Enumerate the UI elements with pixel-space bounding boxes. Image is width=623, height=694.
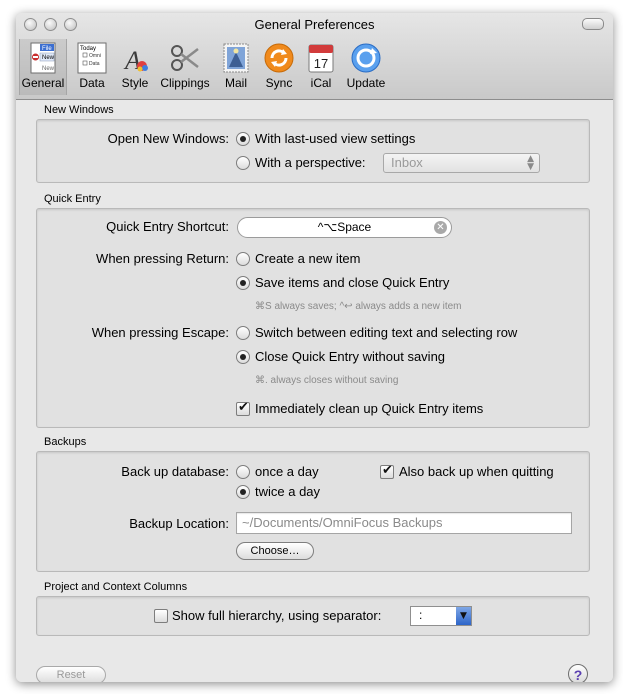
svg-text:17: 17 — [314, 56, 328, 71]
toolbar-label-sync: Sync — [265, 76, 293, 90]
backup-on-quit-checkbox[interactable] — [380, 463, 394, 479]
toolbar-item-update[interactable]: Update — [343, 39, 389, 95]
svg-text:New: New — [42, 55, 55, 61]
return-save-close-radio[interactable] — [236, 276, 250, 290]
software-update-icon — [351, 43, 381, 73]
quick-entry-shortcut-label: Quick Entry Shortcut: — [106, 219, 229, 234]
scissors-icon — [171, 45, 199, 71]
toolbar-label-clippings: Clippings — [160, 76, 210, 90]
return-create-item-radio[interactable] — [236, 252, 250, 266]
svg-text:Omni: Omni — [89, 53, 101, 59]
preferences-window: General Preferences File New New General… — [16, 13, 613, 682]
title-bar: General Preferences File New New General… — [16, 13, 613, 100]
cleanup-quick-entry-label: Immediately clean up Quick Entry items — [255, 401, 484, 416]
backup-location-field[interactable]: ~/Documents/OmniFocus Backups — [236, 512, 572, 534]
columns-group: Show full hierarchy, using separator: : … — [36, 596, 590, 636]
back-up-database-label: Back up database: — [121, 464, 229, 479]
svg-text:File: File — [42, 46, 52, 52]
toolbar-item-clippings[interactable]: Clippings — [156, 39, 214, 95]
toolbar-item-sync[interactable]: Sync — [261, 39, 297, 95]
escape-key-label: When pressing Escape: — [91, 325, 229, 340]
escape-close-option-label: Close Quick Entry without saving — [255, 349, 446, 364]
perspective-option-label: With a perspective: — [255, 155, 366, 170]
backup-on-quit-label: Also back up when quitting — [399, 464, 554, 479]
toolbar-label-update: Update — [346, 76, 386, 90]
escape-switch-option-label: Switch between editing text and selectin… — [255, 325, 518, 340]
popup-arrows-icon: ▲ ▼ — [527, 154, 534, 172]
svg-text:New: New — [42, 66, 55, 72]
backup-twice-option-label: twice a day — [255, 484, 321, 499]
choose-location-button[interactable]: Choose… — [236, 542, 314, 560]
new-windows-group: Open New Windows: With last-used view se… — [36, 119, 590, 183]
last-used-view-radio[interactable] — [236, 132, 250, 146]
data-outline-icon: Today Omni Data — [77, 42, 107, 74]
window-title: General Preferences — [254, 17, 375, 32]
toolbar-toggle-button[interactable] — [582, 18, 604, 30]
separator-popup[interactable]: : ▼ — [410, 606, 472, 626]
perspective-radio[interactable] — [236, 156, 250, 170]
open-new-windows-label: Open New Windows: — [107, 131, 229, 146]
clear-shortcut-icon[interactable]: ✕ — [434, 221, 447, 234]
quick-entry-shortcut-field[interactable]: ^⌥Space ✕ — [237, 217, 452, 238]
backup-once-radio[interactable] — [236, 465, 250, 479]
return-hint-text: ⌘S always saves; ^↩ always adds a new it… — [255, 301, 462, 312]
toolbar-item-mail[interactable]: Mail — [219, 39, 253, 95]
svg-text:Data: Data — [89, 61, 100, 67]
return-create-item-option-label: Create a new item — [255, 251, 361, 266]
chevron-down-icon: ▼ — [456, 607, 471, 625]
general-prefs-icon: File New New — [30, 42, 56, 74]
perspective-popup[interactable]: Inbox ▲ ▼ — [383, 153, 540, 173]
svg-text:Today: Today — [80, 46, 96, 52]
escape-close-radio[interactable] — [236, 350, 250, 364]
toolbar-label-mail: Mail — [224, 76, 247, 90]
toolbar-item-data[interactable]: Today Omni Data Data — [70, 39, 114, 95]
perspective-popup-value: Inbox — [391, 155, 423, 170]
mail-stamp-icon — [223, 43, 249, 73]
escape-switch-radio[interactable] — [236, 326, 250, 340]
full-hierarchy-label: Show full hierarchy, using separator: — [172, 608, 382, 623]
toolbar-item-style[interactable]: A Style — [116, 39, 154, 95]
toolbar-item-ical[interactable]: 17 iCal — [304, 39, 338, 95]
escape-hint-text: ⌘. always closes without saving — [255, 375, 399, 386]
toolbar-item-general[interactable]: File New New General — [19, 39, 67, 95]
calendar-icon: 17 — [308, 44, 334, 73]
backup-twice-radio[interactable] — [236, 485, 250, 499]
backups-group: Back up database: once a day twice a day… — [36, 451, 590, 572]
backup-location-label: Backup Location: — [129, 516, 229, 531]
sync-arrows-icon — [264, 43, 294, 73]
style-brush-icon: A — [123, 46, 148, 74]
return-key-label: When pressing Return: — [96, 251, 229, 266]
last-used-view-option-label: With last-used view settings — [255, 131, 416, 146]
section-header-new-windows: New Windows — [44, 104, 114, 116]
quick-entry-shortcut-value: ^⌥Space — [317, 220, 372, 234]
return-save-close-option-label: Save items and close Quick Entry — [255, 275, 450, 290]
help-button[interactable]: ? — [568, 664, 588, 682]
section-header-columns: Project and Context Columns — [44, 581, 188, 593]
quick-entry-group: Quick Entry Shortcut: ^⌥Space ✕ When pre… — [36, 208, 590, 428]
cleanup-quick-entry-checkbox[interactable] — [236, 400, 250, 416]
section-header-backups: Backups — [44, 436, 87, 448]
reset-button[interactable]: Reset — [36, 666, 106, 682]
preferences-content: New Windows Open New Windows: With last-… — [16, 100, 613, 682]
full-hierarchy-checkbox[interactable] — [154, 609, 168, 623]
toolbar-label-data: Data — [79, 76, 105, 90]
toolbar-label-general: General — [21, 76, 65, 90]
toolbar-label-style: Style — [121, 76, 149, 90]
section-header-quick-entry: Quick Entry — [44, 193, 101, 205]
toolbar-label-ical: iCal — [310, 76, 332, 90]
separator-popup-value: : — [419, 608, 423, 622]
backup-once-option-label: once a day — [255, 464, 319, 479]
